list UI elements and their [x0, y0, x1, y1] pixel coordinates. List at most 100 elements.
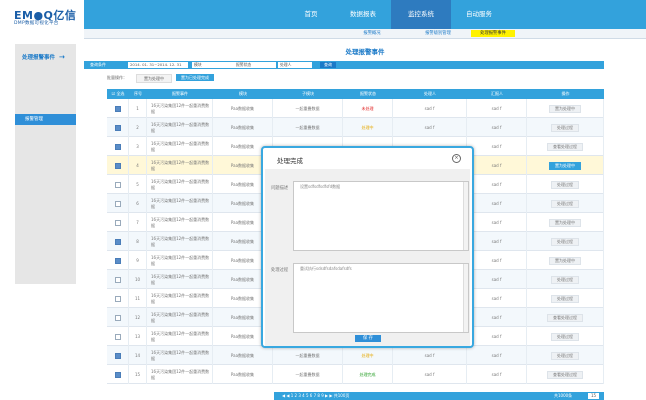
row-checkbox[interactable] [114, 143, 121, 150]
row-action-button[interactable]: 处理过程 [551, 351, 579, 360]
row-checkbox[interactable] [114, 257, 121, 264]
subnav-alarm-level[interactable]: 报警级别管理 [418, 30, 458, 37]
row-action-button[interactable]: 置为处理中 [549, 104, 581, 113]
process-scrollbar[interactable] [463, 264, 468, 332]
row-reporter: sad f [467, 365, 527, 384]
sidebar: 处理报警事件 → 报警管理 [15, 44, 76, 284]
pager-pages[interactable]: ◀ ◀ 1 2 3 4 5 6 7 8 9 ▶ ▶ 共100页 [282, 392, 349, 400]
page-size-select[interactable]: 15 [588, 393, 600, 399]
row-action-cell: 处理过程 [527, 327, 604, 346]
row-action-cell: 处理过程 [527, 118, 604, 137]
table-row[interactable]: 15 16天污染集团12件一起重消费数据 Paa数据收集 一起重叠数据 处理完成 sad … [107, 365, 604, 384]
row-action-button[interactable]: 处理过程 [551, 294, 579, 303]
save-button[interactable]: 保 存 [355, 335, 381, 342]
row-checkbox[interactable] [114, 219, 121, 226]
row-checkbox-cell [107, 327, 129, 346]
row-event: 16天污染集团12件一起重消费数据 [147, 213, 213, 232]
status-select[interactable]: 报警状态 [234, 62, 276, 68]
row-module: Paa数据收集 [213, 99, 273, 118]
subnav-alarm-overview[interactable]: 报警概况 [356, 30, 388, 37]
row-checkbox[interactable] [114, 105, 121, 112]
handler-input[interactable]: 处理人 [278, 62, 312, 68]
row-no: 2 [129, 118, 147, 137]
row-reporter: sad f [467, 289, 527, 308]
row-checkbox[interactable] [114, 238, 121, 245]
row-action-button[interactable]: 置为处理中 [549, 218, 581, 227]
row-checkbox-cell [107, 137, 129, 156]
page-title: 处理报警事件 [345, 48, 385, 56]
nav-item-home[interactable]: 首页 [287, 0, 335, 29]
batch-set-done-button[interactable]: 置为已处理完成 [176, 74, 214, 81]
row-checkbox-cell [107, 213, 129, 232]
row-action-button[interactable]: 查看处理过程 [547, 370, 583, 379]
row-reporter: sad f [467, 137, 527, 156]
row-reporter: sad f [467, 213, 527, 232]
row-action-cell: 置为处理中 [527, 251, 604, 270]
row-action-button[interactable]: 处理过程 [551, 332, 579, 341]
row-no: 14 [129, 346, 147, 365]
row-checkbox[interactable] [114, 314, 121, 321]
row-action-button[interactable]: 处理过程 [551, 123, 579, 132]
desc-scrollbar[interactable] [463, 182, 468, 250]
table-row[interactable]: 14 16天污染集团12件一起重消费数据 Paa数据收集 一起重叠数据 处理中 sad f… [107, 346, 604, 365]
row-checkbox-cell [107, 251, 129, 270]
row-action-cell: 置为处理中 [527, 156, 604, 175]
row-checkbox[interactable] [114, 295, 121, 302]
close-icon[interactable]: × [452, 154, 461, 163]
subnav-handle-events[interactable]: 处理报警事件 [471, 30, 515, 37]
row-action-button[interactable]: 查看处理过程 [547, 142, 583, 151]
row-event: 16天污染集团12件一起重消费数据 [147, 156, 213, 175]
desc-label: 问题描述 [271, 186, 289, 191]
row-action-button[interactable]: 置为处理中 [549, 256, 581, 265]
row-checkbox[interactable] [114, 124, 121, 131]
header-reporter: 汇报人 [491, 91, 503, 96]
row-checkbox[interactable] [114, 371, 121, 378]
row-checkbox[interactable] [114, 162, 121, 169]
row-action-button[interactable]: 处理过程 [551, 199, 579, 208]
row-event: 16天污染集团12件一起重消费数据 [147, 232, 213, 251]
row-submodule: 一起重叠数据 [273, 118, 343, 137]
row-module: Paa数据收集 [213, 118, 273, 137]
row-reporter: sad f [467, 156, 527, 175]
nav-item-reports[interactable]: 数据报表 [335, 0, 391, 29]
row-checkbox[interactable] [114, 181, 121, 188]
row-handler: sad f [393, 365, 467, 384]
header-module: 模块 [239, 91, 247, 96]
row-checkbox[interactable] [114, 200, 121, 207]
nav-item-auto-service[interactable]: 自动服务 [451, 0, 507, 29]
row-action-button[interactable]: 置为处理中 [549, 161, 581, 170]
sidebar-item-alarm-manage[interactable]: 报警管理 [15, 114, 76, 125]
row-action-cell: 处理过程 [527, 270, 604, 289]
header-select-all[interactable]: ☑ 全选 [107, 89, 129, 99]
row-action-button[interactable]: 处理过程 [551, 275, 579, 284]
table-row[interactable]: 2 16天污染集团12件一起重消费数据 Paa数据收集 一起重叠数据 处理中 sad fs… [107, 118, 604, 137]
module-select[interactable]: 模块 [192, 62, 238, 68]
row-event: 16天污染集团12件一起重消费数据 [147, 194, 213, 213]
row-handler: sad f [393, 118, 467, 137]
header-submodule: 子模块 [302, 91, 314, 96]
row-submodule: 一起重叠数据 [273, 346, 343, 365]
header-status: 报警状态 [360, 91, 376, 96]
desc-textarea[interactable]: 设置sdfsdfsdfsfd数据 [293, 181, 469, 251]
row-action-button[interactable]: 查看处理过程 [547, 313, 583, 322]
nav-item-monitor[interactable]: 监控系统 [391, 0, 451, 29]
row-checkbox[interactable] [114, 352, 121, 359]
query-button[interactable]: 查询 [320, 62, 336, 68]
process-textarea[interactable]: 重试执行sdsdfsdafsdafsdfs [293, 263, 469, 333]
row-checkbox[interactable] [114, 276, 121, 283]
row-reporter: sad f [467, 194, 527, 213]
date-range-input[interactable]: 2014. 01. 31~2014. 12. 31 [128, 62, 188, 68]
process-value: 重试执行sdsdfsdafsdafsdfs [300, 266, 352, 271]
row-action-button[interactable]: 处理过程 [551, 237, 579, 246]
batch-set-processing-button[interactable]: 置为处理中 [136, 74, 172, 83]
row-checkbox[interactable] [114, 333, 121, 340]
modal-title: 处理完成 [277, 157, 303, 165]
sidebar-title[interactable]: 处理报警事件 → [15, 49, 76, 65]
row-no: 11 [129, 289, 147, 308]
row-event: 16天污染集团12件一起重消费数据 [147, 346, 213, 365]
row-action-cell: 处理过程 [527, 232, 604, 251]
row-action-button[interactable]: 处理过程 [551, 180, 579, 189]
filter-bar: 查询条件 2014. 01. 31~2014. 12. 31 模块 报警状态 处… [84, 61, 604, 69]
row-status: 处理完成 [343, 365, 393, 384]
table-row[interactable]: 1 16天污染集团12件一起重消费数据 Paa数据收集 一起重叠数据 未处理 sad fs… [107, 99, 604, 118]
